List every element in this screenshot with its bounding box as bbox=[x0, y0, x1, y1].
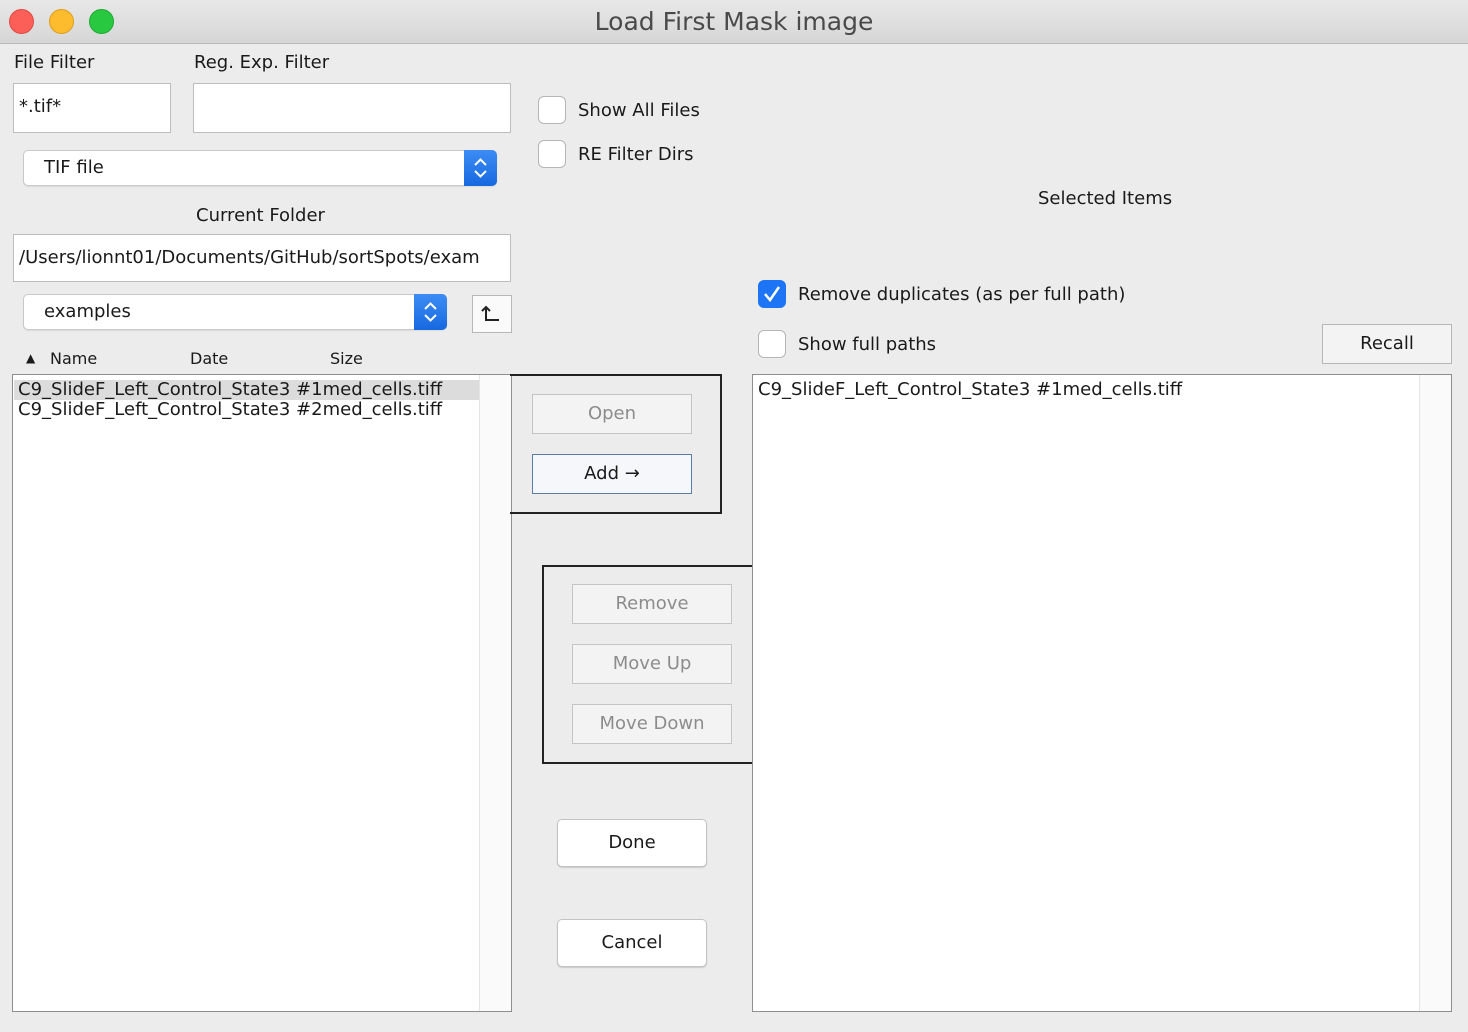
show-full-paths-checkbox[interactable] bbox=[758, 330, 786, 358]
cancel-button[interactable]: Cancel bbox=[557, 919, 707, 967]
regex-filter-input[interactable] bbox=[193, 83, 511, 133]
show-full-paths-label: Show full paths bbox=[798, 334, 937, 355]
file-type-select-value: TIF file bbox=[44, 157, 104, 178]
recall-button[interactable]: Recall bbox=[1322, 324, 1452, 364]
file-filter-label: File Filter bbox=[14, 52, 95, 73]
add-button[interactable]: Add → bbox=[532, 454, 692, 494]
checkmark-icon bbox=[764, 286, 781, 303]
parent-folder-button[interactable] bbox=[472, 295, 512, 333]
selected-list-scrollbar[interactable] bbox=[1419, 375, 1451, 1011]
move-down-button[interactable]: Move Down bbox=[572, 704, 732, 744]
show-all-files-label: Show All Files bbox=[578, 100, 700, 121]
folder-select[interactable]: examples bbox=[23, 294, 447, 330]
column-header-size[interactable]: Size bbox=[330, 349, 363, 368]
re-filter-dirs-label: RE Filter Dirs bbox=[578, 144, 694, 165]
arrow-right-icon: → bbox=[624, 463, 640, 484]
list-item[interactable]: C9_SlideF_Left_Control_State3 #1med_cell… bbox=[14, 380, 479, 400]
add-button-label: Add bbox=[584, 463, 620, 484]
file-filter-input[interactable]: *.tif* bbox=[13, 83, 171, 133]
sort-ascending-icon: ▲ bbox=[26, 351, 36, 365]
move-up-button[interactable]: Move Up bbox=[572, 644, 732, 684]
selected-items-title: Selected Items bbox=[1038, 188, 1173, 209]
done-button[interactable]: Done bbox=[557, 819, 707, 867]
re-filter-dirs-checkbox[interactable] bbox=[538, 140, 566, 168]
regex-filter-label: Reg. Exp. Filter bbox=[194, 52, 330, 73]
current-folder-label: Current Folder bbox=[196, 205, 325, 226]
column-header-date[interactable]: Date bbox=[190, 349, 228, 368]
folder-select-value: examples bbox=[44, 301, 131, 322]
file-list-scrollbar[interactable] bbox=[479, 375, 511, 1011]
file-list[interactable]: C9_SlideF_Left_Control_State3 #1med_cell… bbox=[12, 374, 512, 1012]
selected-items-list[interactable]: C9_SlideF_Left_Control_State3 #1med_cell… bbox=[752, 374, 1452, 1012]
show-all-files-checkbox[interactable] bbox=[538, 96, 566, 124]
column-header-name[interactable]: Name bbox=[50, 349, 97, 368]
remove-button[interactable]: Remove bbox=[572, 584, 732, 624]
select-stepper-icon bbox=[464, 150, 497, 186]
select-stepper-icon bbox=[414, 294, 447, 330]
list-item[interactable]: C9_SlideF_Left_Control_State3 #2med_cell… bbox=[14, 400, 479, 420]
current-folder-path[interactable]: /Users/lionnt01/Documents/GitHub/sortSpo… bbox=[13, 234, 511, 282]
list-item[interactable]: C9_SlideF_Left_Control_State3 #1med_cell… bbox=[754, 380, 1404, 400]
remove-duplicates-label: Remove duplicates (as per full path) bbox=[798, 284, 1126, 305]
up-folder-icon bbox=[481, 305, 499, 321]
file-type-select[interactable]: TIF file bbox=[23, 150, 497, 186]
open-button[interactable]: Open bbox=[532, 394, 692, 434]
window-title: Load First Mask image bbox=[594, 7, 874, 36]
remove-duplicates-checkbox[interactable] bbox=[758, 280, 786, 308]
